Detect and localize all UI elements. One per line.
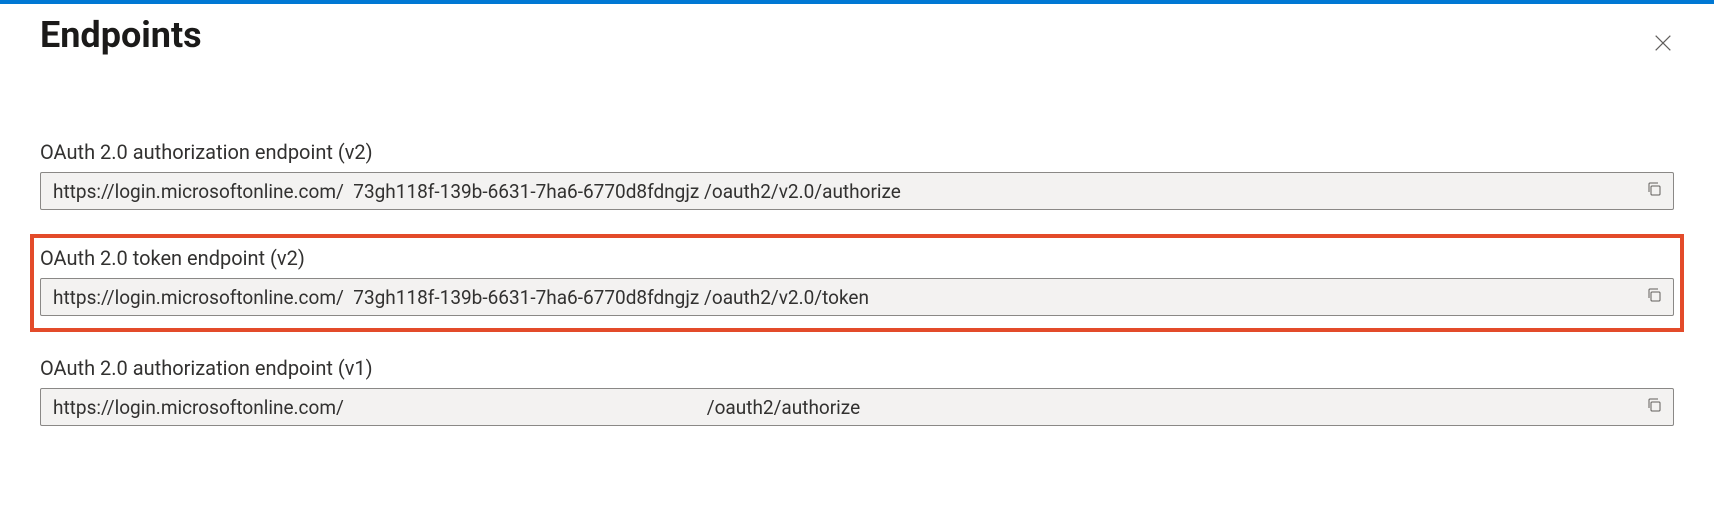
- close-icon: [1652, 32, 1674, 58]
- oauth-token-v2-input[interactable]: [41, 279, 1635, 315]
- endpoints-list: OAuth 2.0 authorization endpoint (v2) OA…: [40, 136, 1674, 430]
- copy-icon: [1646, 181, 1662, 201]
- oauth-authorize-v1-row: OAuth 2.0 authorization endpoint (v1): [40, 352, 1674, 430]
- close-button[interactable]: [1652, 32, 1674, 58]
- endpoints-panel: Endpoints OAuth 2.0 authorization endpoi…: [0, 4, 1714, 494]
- oauth-authorize-v1-copy-button[interactable]: [1635, 389, 1673, 425]
- oauth-token-v2-input-group: [40, 278, 1674, 316]
- oauth-authorize-v2-label: OAuth 2.0 authorization endpoint (v2): [40, 140, 1674, 164]
- oauth-token-v2-copy-button[interactable]: [1635, 279, 1673, 315]
- oauth-authorize-v2-input[interactable]: [41, 173, 1635, 209]
- oauth-authorize-v2-copy-button[interactable]: [1635, 173, 1673, 209]
- oauth-authorize-v1-input[interactable]: [41, 389, 1635, 425]
- copy-icon: [1646, 397, 1662, 417]
- oauth-authorize-v1-label: OAuth 2.0 authorization endpoint (v1): [40, 356, 1674, 380]
- panel-title: Endpoints: [40, 14, 1674, 56]
- oauth-authorize-v2-input-group: [40, 172, 1674, 210]
- copy-icon: [1646, 287, 1662, 307]
- oauth-token-v2-row: OAuth 2.0 token endpoint (v2): [34, 238, 1680, 328]
- oauth-authorize-v1-input-group: [40, 388, 1674, 426]
- oauth-authorize-v2-row: OAuth 2.0 authorization endpoint (v2): [40, 136, 1674, 214]
- oauth-token-v2-label: OAuth 2.0 token endpoint (v2): [40, 246, 1674, 270]
